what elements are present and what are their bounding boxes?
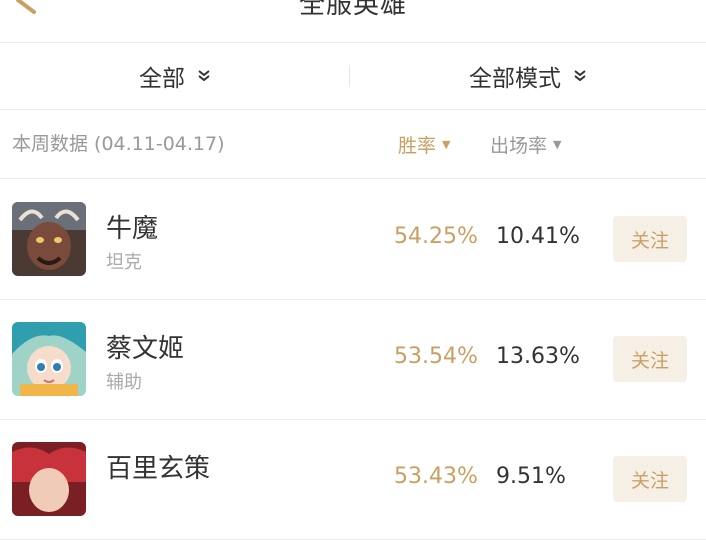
sort-bar: 本周数据 (04.11-04.17) 胜率 ▼ 出场率 ▼ [0,110,706,179]
hero-name: 百里玄策 [106,454,211,484]
scope-filter-label: 全部 [139,66,185,92]
hero-avatar[interactable] [12,442,86,516]
hero-pickrate: 13.63% [496,344,580,369]
hero-name: 牛魔 [106,214,159,244]
hero-row[interactable]: 百里玄策 53.43% 9.51% 关注 [0,420,706,540]
hero-pickrate: 9.51% [496,464,566,489]
sort-by-pickrate[interactable]: 出场率 ▼ [490,110,561,178]
hero-pickrate: 10.41% [496,224,580,249]
hero-portrait-image [12,202,86,276]
hero-avatar[interactable] [12,202,86,276]
week-range-label: 本周数据 (04.11-04.17) [12,133,225,155]
winrate-sort-label: 胜率 [398,134,437,157]
hero-role: 辅助 [106,372,142,393]
hero-row[interactable]: 牛魔 坦克 54.25% 10.41% 关注 [0,180,706,300]
hero-portrait-image [12,322,86,396]
hero-winrate: 54.25% [394,224,478,249]
triangle-down-icon: ▼ [442,137,451,151]
hero-name: 蔡文姬 [106,334,185,364]
hero-avatar[interactable] [12,322,86,396]
pickrate-sort-label: 出场率 [490,134,548,157]
scope-filter[interactable]: 全部 [0,43,350,109]
follow-button[interactable]: 关注 [613,336,687,382]
hero-winrate: 53.43% [394,464,478,489]
chevron-down-icon [574,70,586,82]
hero-portrait-image [12,442,86,516]
hero-winrate: 53.54% [394,344,478,369]
page-title: 全服英雄 [298,0,407,20]
chevron-down-icon [198,70,210,82]
hero-role: 坦克 [106,252,142,273]
mode-filter[interactable]: 全部模式 [350,43,706,109]
sort-by-winrate[interactable]: 胜率 ▼ [398,110,450,178]
follow-button[interactable]: 关注 [613,456,687,502]
top-header: 全服英雄 [0,0,706,43]
mode-filter-label: 全部模式 [469,66,561,92]
follow-button[interactable]: 关注 [613,216,687,262]
filter-bar: 全部 全部模式 [0,43,706,110]
hero-row[interactable]: 蔡文姬 辅助 53.54% 13.63% 关注 [0,300,706,420]
triangle-down-icon: ▼ [553,137,562,151]
